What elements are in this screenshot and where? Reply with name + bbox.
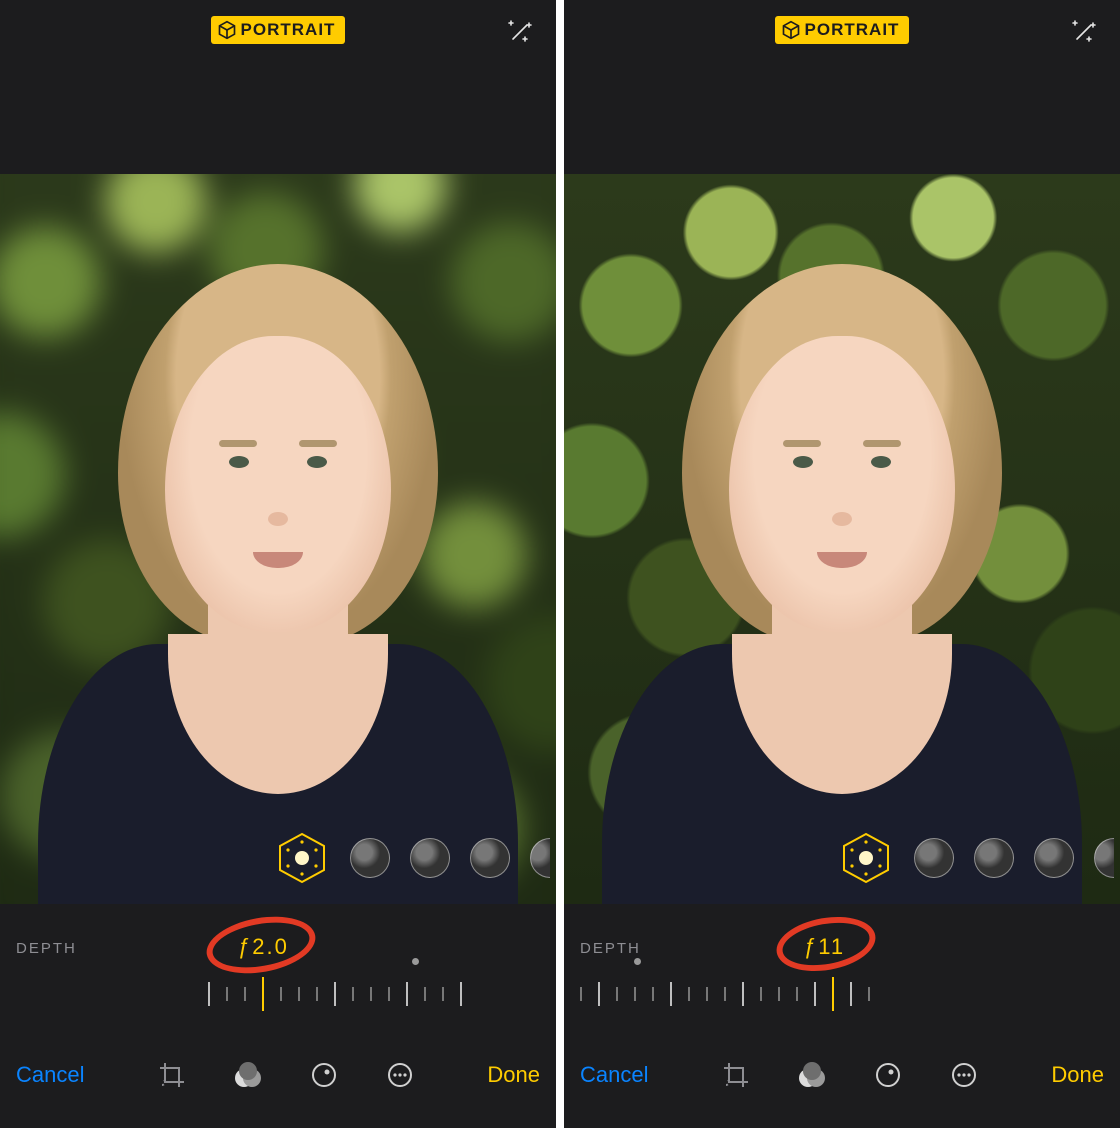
lighting-option-4[interactable] bbox=[470, 838, 510, 878]
lighting-effects-row bbox=[274, 830, 556, 886]
filters-tool-button[interactable] bbox=[225, 1052, 271, 1098]
photo-preview[interactable] bbox=[0, 174, 556, 904]
more-tool-button[interactable] bbox=[377, 1052, 423, 1098]
lighting-option-2[interactable] bbox=[350, 838, 390, 878]
editor-pane-right: PORTRAIT bbox=[564, 0, 1120, 1128]
auto-enhance-button[interactable] bbox=[504, 16, 536, 48]
portrait-mode-badge[interactable]: PORTRAIT bbox=[775, 16, 910, 44]
adjust-tool-button[interactable] bbox=[301, 1052, 347, 1098]
cube-icon bbox=[217, 20, 237, 40]
photo-preview[interactable] bbox=[564, 174, 1120, 904]
cancel-button[interactable]: Cancel bbox=[16, 1062, 84, 1088]
done-button[interactable]: Done bbox=[487, 1062, 540, 1088]
portrait-mode-badge[interactable]: PORTRAIT bbox=[211, 16, 346, 44]
lighting-option-4[interactable] bbox=[1034, 838, 1074, 878]
crop-tool-button[interactable] bbox=[713, 1052, 759, 1098]
bottom-toolbar: Cancel bbox=[0, 1036, 556, 1128]
bottom-toolbar: Cancel bbox=[564, 1036, 1120, 1128]
lighting-option-5[interactable] bbox=[530, 838, 550, 878]
depth-slider-pointer bbox=[832, 977, 834, 1011]
pane-divider bbox=[556, 0, 564, 1128]
depth-label: DEPTH bbox=[16, 940, 77, 957]
photo-subject bbox=[602, 264, 1082, 904]
lighting-natural-selected[interactable] bbox=[838, 830, 894, 886]
portrait-mode-label: PORTRAIT bbox=[805, 20, 900, 40]
depth-label: DEPTH bbox=[580, 940, 641, 957]
depth-slider-pointer bbox=[262, 977, 264, 1011]
depth-value: ƒ11 bbox=[804, 934, 845, 960]
depth-slider[interactable] bbox=[580, 978, 870, 1010]
done-button[interactable]: Done bbox=[1051, 1062, 1104, 1088]
photo-subject bbox=[38, 264, 518, 904]
top-bar: PORTRAIT bbox=[0, 0, 556, 60]
editor-pane-left: PORTRAIT bbox=[0, 0, 556, 1128]
lighting-effects-row bbox=[838, 830, 1120, 886]
lighting-option-3[interactable] bbox=[974, 838, 1014, 878]
lighting-option-2[interactable] bbox=[914, 838, 954, 878]
crop-tool-button[interactable] bbox=[149, 1052, 195, 1098]
depth-control: DEPTH ƒ2.0 bbox=[0, 916, 556, 1026]
depth-slider[interactable] bbox=[208, 978, 462, 1010]
lighting-option-3[interactable] bbox=[410, 838, 450, 878]
depth-control: DEPTH ƒ11 bbox=[564, 916, 1120, 1026]
auto-enhance-button[interactable] bbox=[1068, 16, 1100, 48]
lighting-natural-selected[interactable] bbox=[274, 830, 330, 886]
cube-icon bbox=[781, 20, 801, 40]
depth-scale-marker bbox=[634, 958, 641, 965]
top-bar: PORTRAIT bbox=[564, 0, 1120, 60]
portrait-mode-label: PORTRAIT bbox=[241, 20, 336, 40]
lighting-option-5[interactable] bbox=[1094, 838, 1114, 878]
cancel-button[interactable]: Cancel bbox=[580, 1062, 648, 1088]
filters-tool-button[interactable] bbox=[789, 1052, 835, 1098]
depth-scale-marker bbox=[412, 958, 419, 965]
adjust-tool-button[interactable] bbox=[865, 1052, 911, 1098]
depth-value: ƒ2.0 bbox=[238, 934, 289, 960]
more-tool-button[interactable] bbox=[941, 1052, 987, 1098]
